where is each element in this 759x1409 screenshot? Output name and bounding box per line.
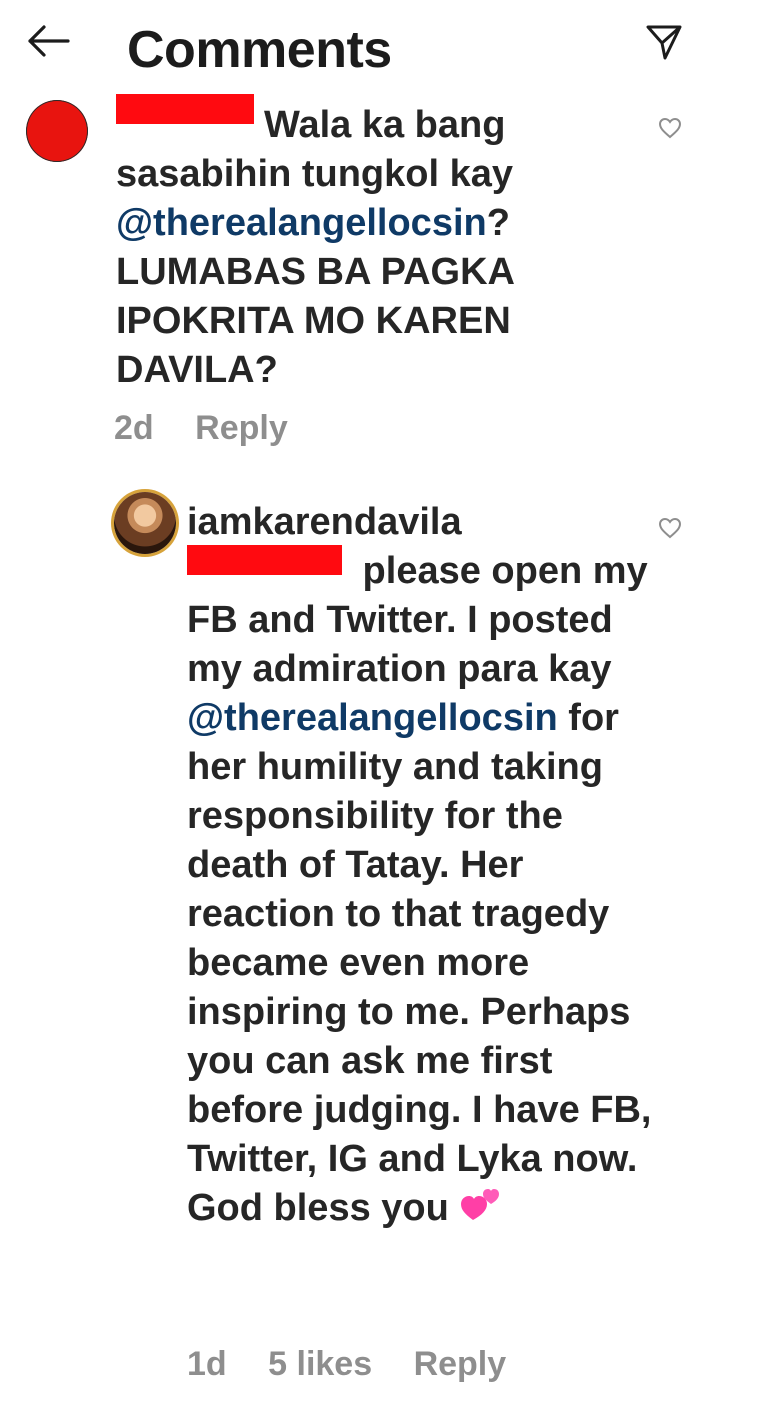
- mention-link[interactable]: @therealangellocsin: [116, 202, 487, 244]
- comment-time: 2d: [114, 409, 154, 447]
- paper-plane-icon[interactable]: [644, 22, 684, 62]
- comment-meta: 2d Reply: [114, 409, 320, 448]
- redacted-mention: [187, 545, 352, 592]
- redacted-username: [116, 94, 254, 124]
- like-heart-icon[interactable]: [658, 117, 682, 139]
- header: Comments: [0, 0, 759, 90]
- arrow-left-icon[interactable]: [26, 24, 70, 58]
- reply-body: iamkarendavila please open my FB and Twi…: [187, 498, 657, 1233]
- likes-count[interactable]: 5 likes: [268, 1345, 372, 1383]
- reply-meta: 1d 5 likes Reply: [187, 1345, 538, 1384]
- reply-button[interactable]: Reply: [195, 409, 288, 447]
- reply-time: 1d: [187, 1345, 227, 1383]
- like-heart-icon[interactable]: [658, 517, 682, 539]
- comment-body: Wala ka bang sasabihin tungkol kay @ther…: [116, 94, 636, 395]
- reply-text-end: for her humility and taking responsibili…: [187, 697, 652, 1229]
- comment-avatar[interactable]: [26, 100, 88, 162]
- page-title: Comments: [127, 21, 392, 79]
- mention-link[interactable]: @therealangellocsin: [187, 697, 558, 739]
- reply-username[interactable]: iamkarendavila: [187, 501, 462, 543]
- two-hearts-emoji-icon: [461, 1188, 500, 1220]
- reply-button[interactable]: Reply: [414, 1345, 507, 1383]
- reply-avatar[interactable]: [114, 492, 176, 554]
